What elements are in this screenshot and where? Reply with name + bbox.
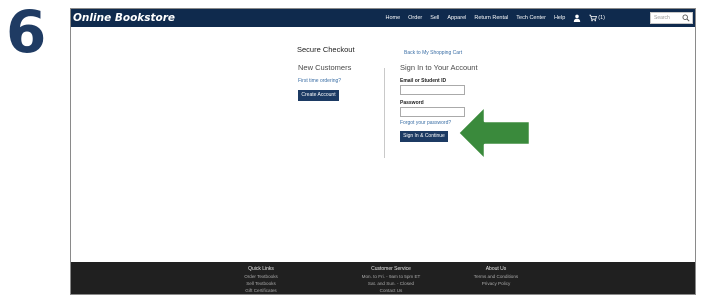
main-nav: Home Order Sell Apparel Return Rental Te… [385,9,605,27]
cart-icon [589,14,598,22]
tutorial-page: 6 Online Bookstore Home Order Sell Appar… [0,0,704,295]
footer-link[interactable]: Contact Us [346,287,436,294]
cart-link[interactable]: (1) [589,14,605,22]
search-box [650,12,693,24]
cart-count: (1) [598,15,605,21]
search-icon[interactable] [682,14,690,22]
nav-home[interactable]: Home [385,9,400,27]
footer-link[interactable]: Order Textbooks [221,273,301,280]
footer-heading: Customer Service [371,266,411,272]
browser-screenshot: Online Bookstore Home Order Sell Apparel… [70,8,696,295]
footer-hours: Mon. to Fri. - 9am to 5pm ET [361,274,421,279]
footer-link[interactable]: Gift Certificates [221,287,301,294]
footer-link[interactable]: Sell Textbooks [221,280,301,287]
password-label: Password [400,100,424,106]
create-account-button[interactable]: Create Account [298,90,339,101]
back-to-cart-link[interactable]: Back to My Shopping Cart [404,50,462,56]
forgot-password-link[interactable]: Forgot your password? [400,120,451,126]
nav-tech-center[interactable]: Tech Center [516,9,546,27]
first-time-ordering-link[interactable]: First time ordering? [298,78,341,84]
sign-in-continue-button[interactable]: Sign In & Continue [400,131,448,142]
nav-sell[interactable]: Sell [430,9,439,27]
email-label: Email or Student ID [400,78,447,84]
pointer-arrow-icon [456,104,532,162]
nav-return-rental[interactable]: Return Rental [474,9,508,27]
footer: Quick Links Order Textbooks Sell Textboo… [71,262,695,294]
email-field[interactable] [400,85,465,95]
footer-quick-links: Quick Links Order Textbooks Sell Textboo… [221,265,301,294]
footer-link[interactable]: Terms and Conditions [456,273,536,280]
new-customers-heading: New Customers [298,63,352,72]
page-title: Secure Checkout [297,45,355,54]
step-number: 6 [6,0,47,66]
column-divider [384,68,385,158]
footer-heading: About Us [485,266,507,272]
sign-in-heading: Sign In to Your Account [400,63,478,72]
footer-about-us: About Us Terms and Conditions Privacy Po… [456,265,536,287]
footer-hours: Sat. and Sun. - Closed [367,281,415,286]
nav-help[interactable]: Help [554,9,565,27]
footer-heading: Quick Links [248,266,274,272]
top-navbar: Online Bookstore Home Order Sell Apparel… [71,9,695,27]
nav-order[interactable]: Order [408,9,422,27]
site-logo[interactable]: Online Bookstore [73,10,175,26]
user-icon[interactable] [573,14,581,22]
search-input[interactable] [651,13,683,23]
nav-apparel[interactable]: Apparel [447,9,466,27]
footer-link[interactable]: Privacy Policy [456,280,536,287]
footer-customer-service: Customer Service Mon. to Fri. - 9am to 5… [346,265,436,294]
